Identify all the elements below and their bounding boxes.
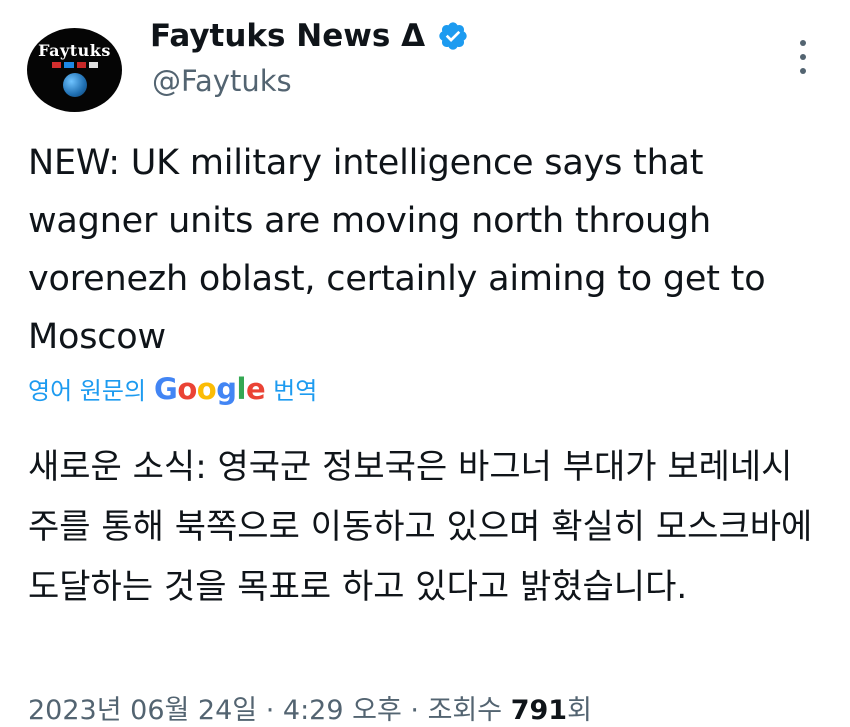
- globe-icon: [63, 73, 87, 97]
- verified-badge-icon: [439, 22, 467, 50]
- avatar-logo-text: Faytuks: [38, 41, 111, 60]
- translate-suffix: 번역: [273, 377, 318, 405]
- tweet-meta: 2023년 06월 24일 · 4:29 오후 · 조회수 791회: [28, 688, 592, 727]
- views-label: 조회수: [427, 695, 503, 726]
- translated-tweet-text: 새로운 소식: 영국군 정보국은 바그너 부대가 보레네시주를 통해 북쪽으로 …: [28, 447, 813, 607]
- account-name-row[interactable]: Faytuks News Δ: [150, 18, 469, 54]
- google-logo: Google: [154, 371, 266, 406]
- account-handle[interactable]: @Faytuks: [152, 64, 292, 98]
- meta-separator: ·: [265, 695, 275, 726]
- account-name[interactable]: Faytuks News Δ: [150, 18, 425, 54]
- translate-prefix: 영어 원문의: [28, 377, 147, 405]
- tweet-time[interactable]: 4:29 오후: [283, 695, 402, 726]
- views-count: 791: [510, 695, 568, 726]
- more-options-icon[interactable]: [796, 40, 810, 74]
- tweet-date[interactable]: 2023년 06월 24일: [28, 695, 257, 726]
- translate-link[interactable]: 영어 원문의 Google 번역: [28, 371, 317, 406]
- tweet-text: NEW: UK military intelligence says that …: [28, 143, 766, 357]
- avatar-flags: [52, 62, 98, 68]
- meta-separator-2: ·: [410, 695, 419, 726]
- views-suffix: 회: [567, 695, 592, 726]
- avatar[interactable]: Faytuks: [27, 28, 122, 112]
